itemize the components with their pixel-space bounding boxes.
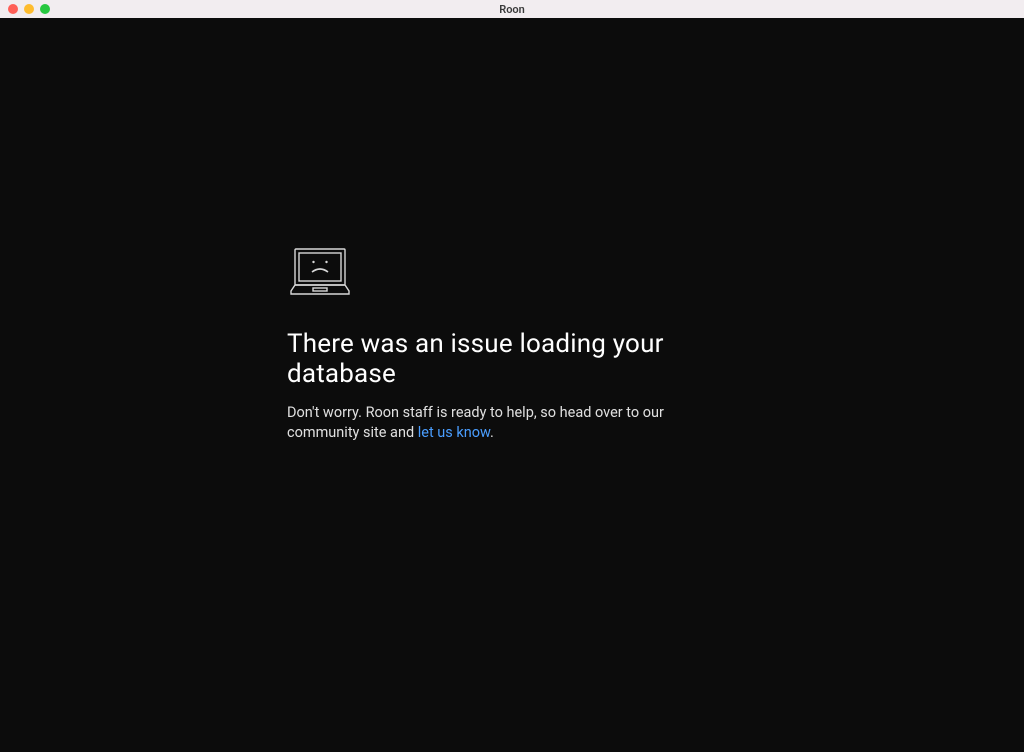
sad-laptop-icon [289,247,737,301]
error-body-suffix: . [490,424,494,441]
window-titlebar: Roon [0,0,1024,18]
error-heading: There was an issue loading your database [287,329,737,389]
window-title: Roon [499,3,525,16]
let-us-know-link[interactable]: let us know [418,424,490,441]
error-body-text: Don't worry. Roon staff is ready to help… [287,403,687,444]
minimize-window-button[interactable] [24,4,34,14]
window-controls [8,4,50,14]
maximize-window-button[interactable] [40,4,50,14]
error-block: There was an issue loading your database… [287,247,737,444]
main-content: There was an issue loading your database… [0,18,1024,752]
close-window-button[interactable] [8,4,18,14]
